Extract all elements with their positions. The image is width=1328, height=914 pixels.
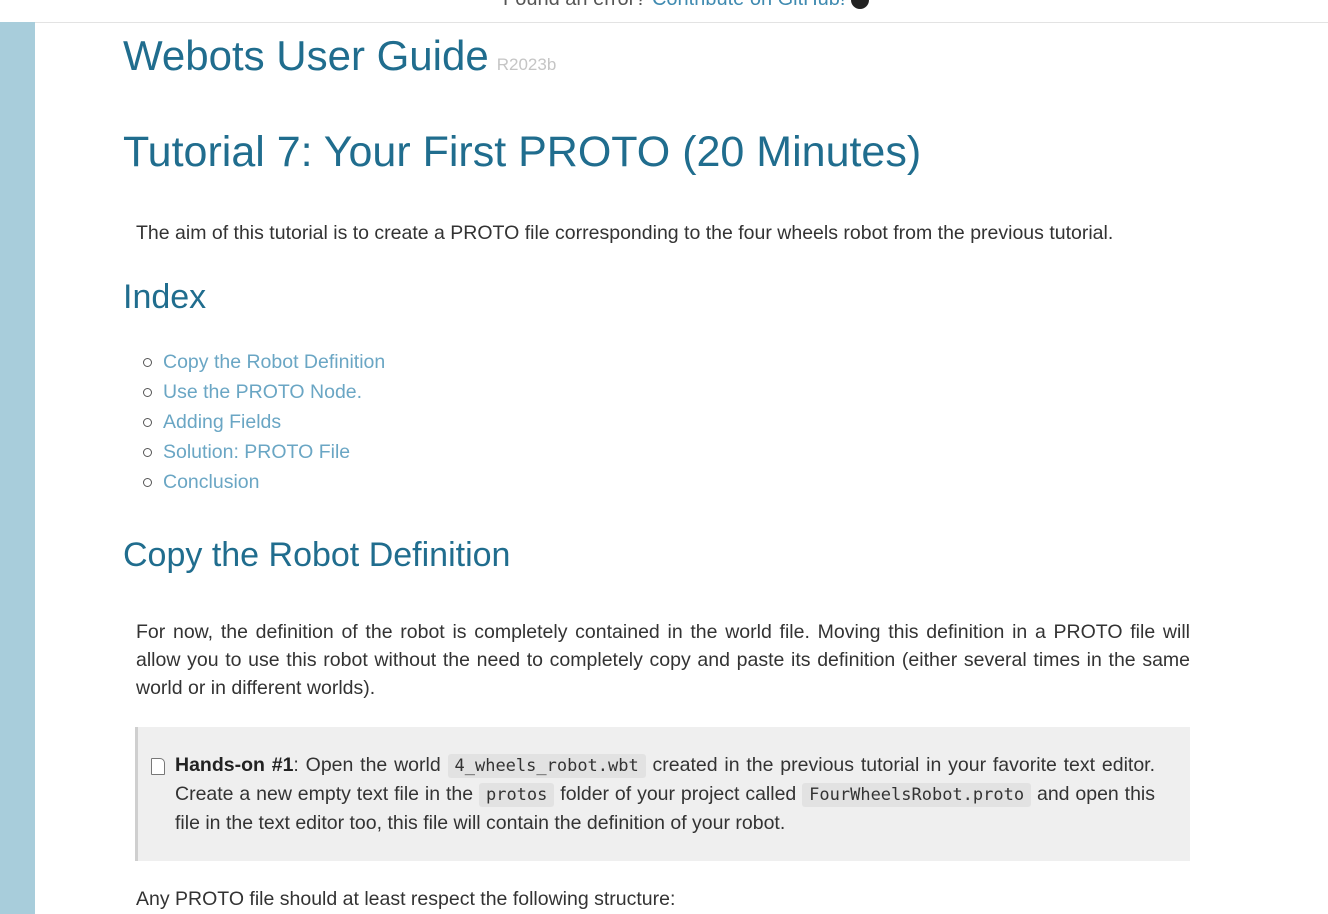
index-heading: Index xyxy=(123,278,207,316)
section-paragraph: For now, the definition of the robot is … xyxy=(136,621,1190,699)
github-icon[interactable] xyxy=(851,0,870,9)
bullet-icon xyxy=(143,418,152,427)
hands-on-label: Hands-on #1 xyxy=(175,754,294,776)
hands-on-text-part: : Open the world xyxy=(293,754,448,776)
banner-prefix: Found an error? xyxy=(503,0,652,10)
guide-title[interactable]: Webots User Guide R2023b xyxy=(123,32,556,80)
hands-on-text: Hands-on #1: Open the world 4_wheels_rob… xyxy=(175,751,1155,837)
index-item: Use the PROTO Node. xyxy=(143,378,385,408)
index-item: Copy the Robot Definition xyxy=(143,348,385,378)
structure-intro: Any PROTO file should at least respect t… xyxy=(136,888,676,910)
index-item: Conclusion xyxy=(143,468,385,498)
hands-on-note: Hands-on #1: Open the world 4_wheels_rob… xyxy=(135,727,1190,861)
index-link-copy-robot-definition[interactable]: Copy the Robot Definition xyxy=(163,351,385,373)
code-protos-folder: protos xyxy=(478,783,555,807)
banner-text: Found an error? Contribute on GitHub! xyxy=(503,0,870,11)
index-link-conclusion[interactable]: Conclusion xyxy=(163,471,259,493)
section-heading-copy-robot-definition: Copy the Robot Definition xyxy=(123,536,511,574)
sidebar-strip xyxy=(0,22,35,914)
bullet-icon xyxy=(143,358,152,367)
code-world-file: 4_wheels_robot.wbt xyxy=(447,754,646,778)
code-proto-file: FourWheelsRobot.proto xyxy=(802,783,1032,807)
top-banner: Found an error? Contribute on GitHub! xyxy=(0,0,1328,23)
index-item: Solution: PROTO File xyxy=(143,438,385,468)
bullet-icon xyxy=(143,448,152,457)
note-icon xyxy=(151,758,165,775)
index-link-solution-proto-file[interactable]: Solution: PROTO File xyxy=(163,441,350,463)
index-item: Adding Fields xyxy=(143,408,385,438)
hands-on-text-part: folder of your project called xyxy=(554,783,803,805)
index-link-adding-fields[interactable]: Adding Fields xyxy=(163,411,281,433)
page-title: Tutorial 7: Your First PROTO (20 Minutes… xyxy=(123,128,922,176)
bullet-icon xyxy=(143,388,152,397)
bullet-icon xyxy=(143,478,152,487)
intro-paragraph: The aim of this tutorial is to create a … xyxy=(136,222,1114,244)
version-label: R2023b xyxy=(496,55,557,74)
guide-title-text[interactable]: Webots User Guide xyxy=(123,32,489,79)
contribute-link[interactable]: Contribute on GitHub! xyxy=(652,0,845,10)
index-link-use-proto-node[interactable]: Use the PROTO Node. xyxy=(163,381,362,403)
index-list: Copy the Robot Definition Use the PROTO … xyxy=(143,348,385,498)
